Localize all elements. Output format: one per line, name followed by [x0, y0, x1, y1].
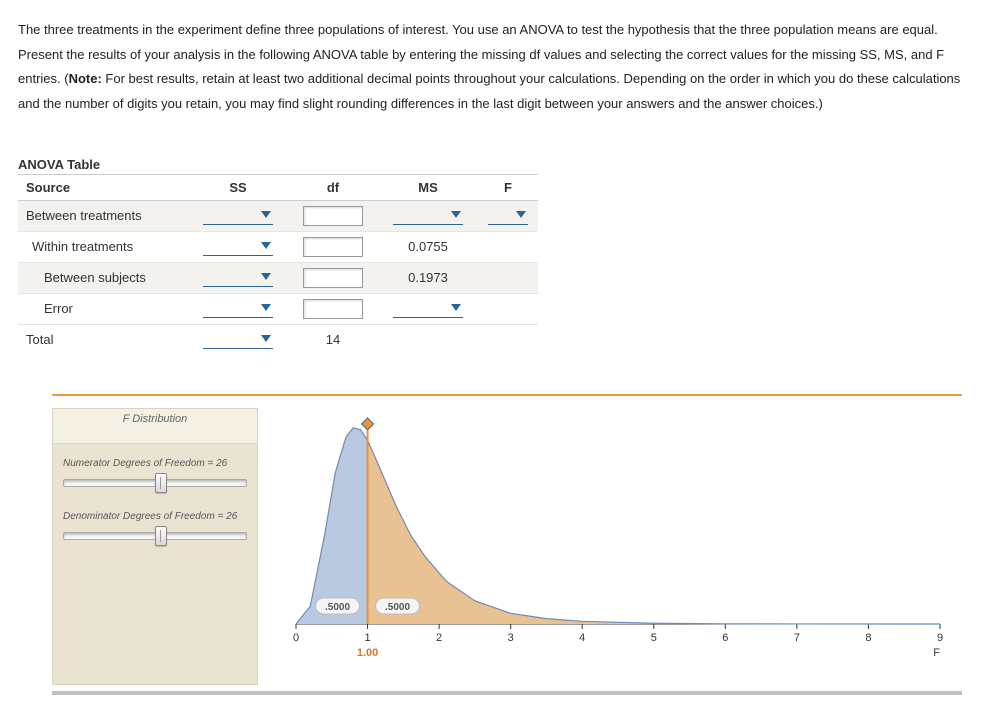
- ss-within-treatments-dropdown[interactable]: [203, 237, 273, 256]
- divider-orange: [52, 394, 962, 396]
- instructions-note-label: Note:: [69, 71, 102, 86]
- row-total: Total 14: [18, 324, 538, 354]
- instructions-text: The three treatments in the experiment d…: [18, 18, 969, 117]
- df-between-treatments-input[interactable]: [303, 206, 363, 226]
- slider-thumb[interactable]: [155, 526, 167, 546]
- col-ms: MS: [378, 174, 478, 200]
- numerator-df-slider[interactable]: [63, 473, 247, 491]
- ss-between-subjects-dropdown[interactable]: [203, 268, 273, 287]
- svg-text:.5000: .5000: [325, 602, 350, 613]
- numerator-df-label: Numerator Degrees of Freedom = 26: [63, 458, 247, 469]
- label-total: Total: [18, 324, 188, 354]
- slider-thumb[interactable]: [155, 473, 167, 493]
- f-between-treatments-dropdown[interactable]: [488, 206, 528, 225]
- df-within-treatments-input[interactable]: [303, 237, 363, 257]
- df-total-value: 14: [288, 324, 378, 354]
- svg-text:4: 4: [579, 632, 585, 644]
- svg-text:F: F: [933, 647, 940, 659]
- fdist-controls-panel: F Distribution Numerator Degrees of Free…: [52, 408, 258, 685]
- svg-text:2: 2: [436, 632, 442, 644]
- label-within-treatments: Within treatments: [18, 231, 188, 262]
- svg-text:.5000: .5000: [385, 602, 410, 613]
- divider-gray: [52, 691, 962, 695]
- svg-text:9: 9: [937, 632, 943, 644]
- svg-text:5: 5: [651, 632, 657, 644]
- ss-between-treatments-dropdown[interactable]: [203, 206, 273, 225]
- ms-error-dropdown[interactable]: [393, 299, 463, 318]
- ms-within-treatments-value: 0.0755: [378, 231, 478, 262]
- svg-text:0: 0: [293, 632, 299, 644]
- row-between-subjects: Between subjects 0.1973: [18, 262, 538, 293]
- fdist-title: F Distribution: [53, 409, 257, 444]
- instructions-text-b: For best results, retain at least two ad…: [18, 71, 960, 111]
- svg-text:6: 6: [722, 632, 728, 644]
- fdist-chart[interactable]: 0 1 2 3 4 5 6 7 8 9 F 1.00 .5000 .5000: [256, 408, 956, 668]
- anova-header-row: Source SS df MS F: [18, 174, 538, 200]
- col-f: F: [478, 174, 538, 200]
- ss-error-dropdown[interactable]: [203, 299, 273, 318]
- denominator-df-slider[interactable]: [63, 526, 247, 544]
- anova-table-title: ANOVA Table: [18, 157, 969, 172]
- ss-total-dropdown[interactable]: [203, 330, 273, 349]
- ms-between-treatments-dropdown[interactable]: [393, 206, 463, 225]
- ms-between-subjects-value: 0.1973: [378, 262, 478, 293]
- row-between-treatments: Between treatments: [18, 200, 538, 231]
- label-between-treatments: Between treatments: [18, 200, 188, 231]
- svg-text:1: 1: [364, 632, 370, 644]
- label-between-subjects: Between subjects: [18, 262, 188, 293]
- df-error-input[interactable]: [303, 299, 363, 319]
- col-df: df: [288, 174, 378, 200]
- label-error: Error: [18, 293, 188, 324]
- svg-text:8: 8: [865, 632, 871, 644]
- col-ss: SS: [188, 174, 288, 200]
- anova-table: Source SS df MS F Between treatments Wit…: [18, 174, 538, 354]
- row-within-treatments: Within treatments 0.0755: [18, 231, 538, 262]
- denominator-df-label: Denominator Degrees of Freedom = 26: [63, 511, 247, 522]
- svg-text:1.00: 1.00: [357, 647, 378, 659]
- row-error: Error: [18, 293, 538, 324]
- svg-text:3: 3: [508, 632, 514, 644]
- col-source: Source: [18, 174, 188, 200]
- svg-text:7: 7: [794, 632, 800, 644]
- df-between-subjects-input[interactable]: [303, 268, 363, 288]
